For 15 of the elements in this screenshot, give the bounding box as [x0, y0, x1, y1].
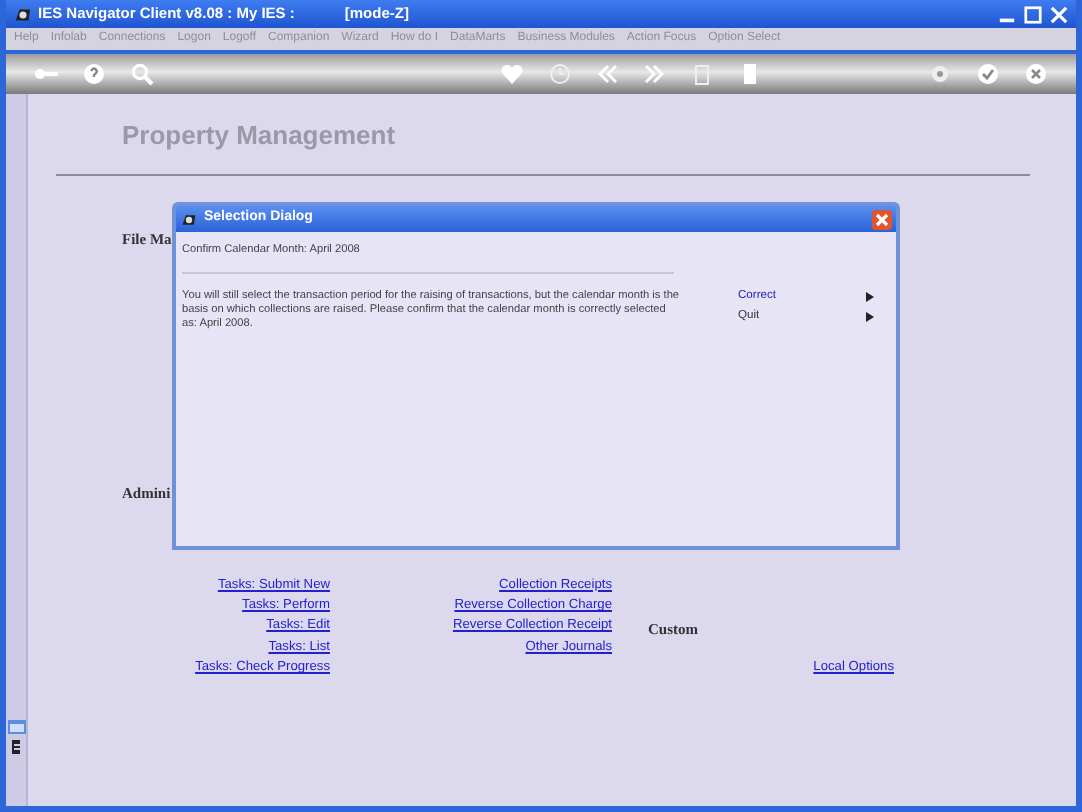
- back-icon[interactable]: [595, 62, 620, 86]
- check-icon[interactable]: [976, 62, 1001, 86]
- close-button[interactable]: [872, 209, 892, 229]
- forward-icon[interactable]: [642, 62, 667, 86]
- page-title: Property Management: [122, 122, 398, 148]
- help-icon[interactable]: [81, 62, 106, 86]
- app-icon: [14, 5, 32, 23]
- clipboard-icon[interactable]: [690, 62, 715, 86]
- close-button[interactable]: [1050, 5, 1068, 23]
- maximize-button[interactable]: [1024, 5, 1042, 23]
- heart-icon[interactable]: [500, 62, 525, 86]
- close-icon[interactable]: [1023, 62, 1048, 86]
- app-icon: [180, 211, 198, 227]
- clock-icon[interactable]: [547, 62, 572, 86]
- search-icon[interactable]: [129, 62, 154, 86]
